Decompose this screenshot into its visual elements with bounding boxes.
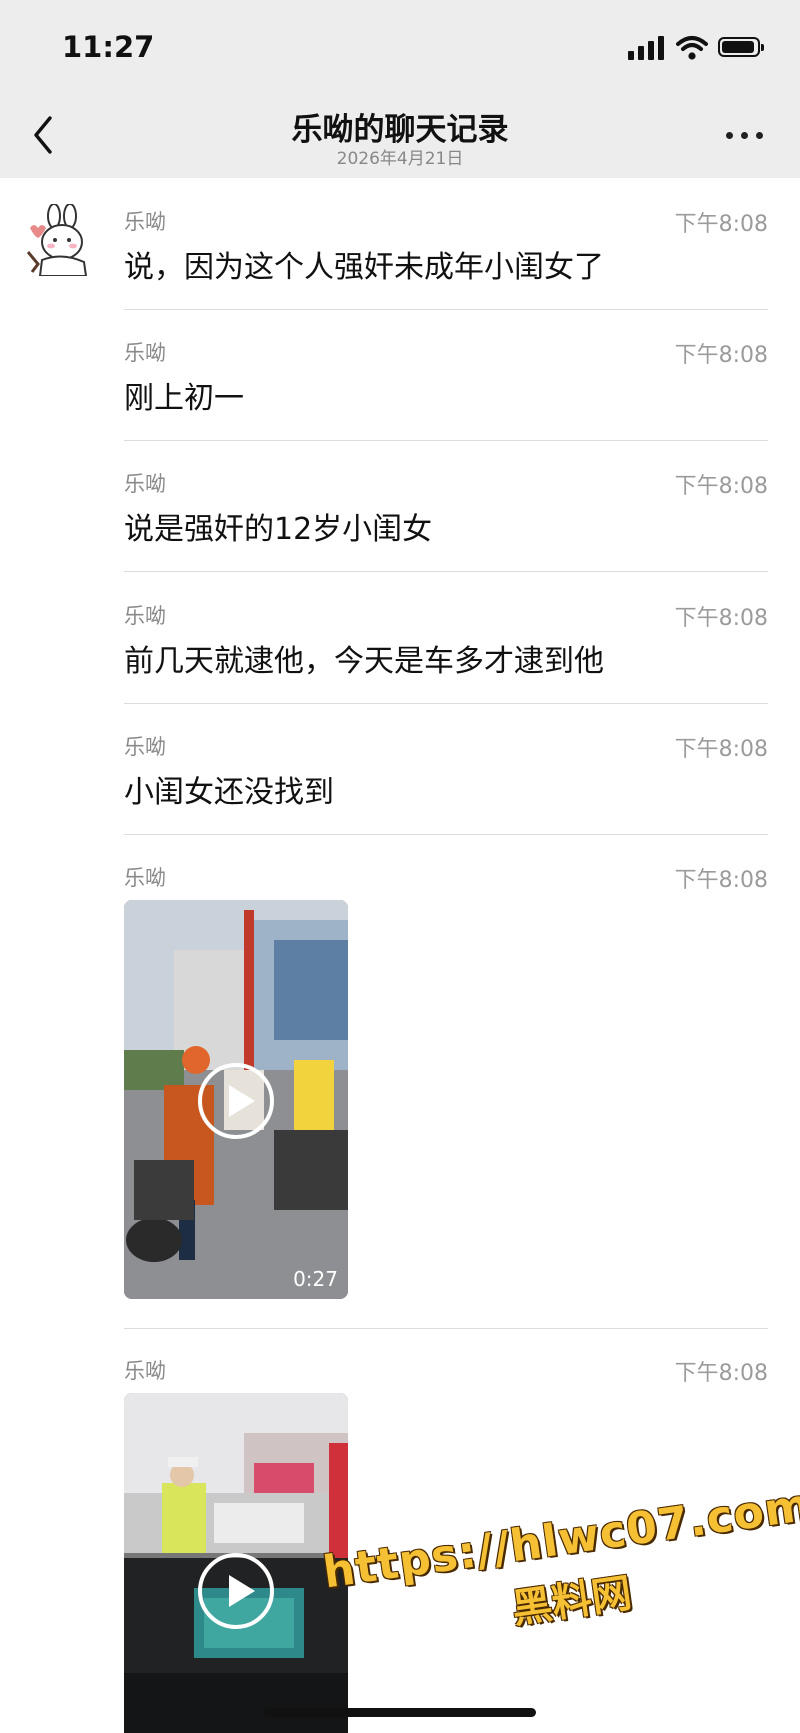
sender-name: 乐呦	[124, 735, 166, 759]
message-time: 下午8:08	[674, 606, 768, 631]
message-item[interactable]: 乐呦 下午8:08 说，因为这个人强奸未成年小闺女了	[124, 206, 768, 285]
sender-name: 乐呦	[124, 866, 166, 890]
status-time: 11:27	[62, 30, 155, 64]
message-time: 下午8:08	[674, 737, 768, 762]
sender-name: 乐呦	[124, 341, 166, 365]
divider	[124, 1328, 768, 1329]
wifi-icon	[676, 36, 708, 60]
divider	[124, 834, 768, 835]
bunny-avatar-icon	[24, 204, 96, 276]
play-icon[interactable]	[198, 1553, 274, 1629]
watermark-url: https://hlwc07.com	[320, 1479, 800, 1599]
page-title: 乐呦的聊天记录	[291, 112, 509, 148]
sender-name: 乐呦	[124, 604, 166, 628]
divider	[124, 703, 768, 704]
message-time: 下午8:08	[674, 474, 768, 499]
message-time: 下午8:08	[674, 868, 768, 893]
sender-name: 乐呦	[124, 1359, 166, 1383]
divider	[124, 571, 768, 572]
top-bar: 11:27 乐呦的聊天记录 2026年4月21日	[0, 0, 800, 178]
message-item[interactable]: 乐呦 下午8:08 前几天就逮他，今天是车多才逮到他	[124, 600, 768, 679]
message-item[interactable]: 乐呦 下午8:08 小闺女还没找到	[124, 731, 768, 810]
sender-name: 乐呦	[124, 210, 166, 234]
status-icons	[628, 34, 768, 62]
avatar[interactable]	[24, 204, 96, 276]
video-thumbnail[interactable]	[124, 1393, 348, 1733]
page-subtitle-date: 2026年4月21日	[336, 149, 464, 169]
message-time: 下午8:08	[674, 212, 768, 237]
video-duration: 0:27	[293, 1267, 338, 1291]
message-text[interactable]: 说是强奸的12岁小闺女	[124, 504, 432, 548]
message-item[interactable]: 乐呦 下午8:08 说是强奸的12岁小闺女	[124, 468, 768, 547]
home-indicator	[264, 1708, 536, 1717]
battery-icon	[718, 37, 764, 57]
message-text[interactable]: 刚上初一	[124, 373, 244, 417]
message-item: 乐呦 下午8:08	[124, 862, 768, 893]
message-text[interactable]: 说，因为这个人强奸未成年小闺女了	[124, 242, 604, 286]
play-icon[interactable]	[198, 1063, 274, 1139]
more-button[interactable]	[722, 120, 768, 150]
message-time: 下午8:08	[674, 343, 768, 368]
message-item: 乐呦 下午8:08	[124, 1355, 768, 1386]
signal-icon	[628, 34, 668, 62]
divider	[124, 309, 768, 310]
watermark-site: 黑料网	[509, 1570, 635, 1633]
message-text[interactable]: 小闺女还没找到	[124, 767, 334, 811]
video-thumbnail[interactable]: 0:27	[124, 900, 348, 1299]
divider	[124, 440, 768, 441]
message-text[interactable]: 前几天就逮他，今天是车多才逮到他	[124, 636, 604, 680]
message-item[interactable]: 乐呦 下午8:08 刚上初一	[124, 337, 768, 416]
watermark: https://hlwc07.com 黑料网	[320, 1480, 800, 1660]
sender-name: 乐呦	[124, 472, 166, 496]
message-time: 下午8:08	[674, 1361, 768, 1386]
